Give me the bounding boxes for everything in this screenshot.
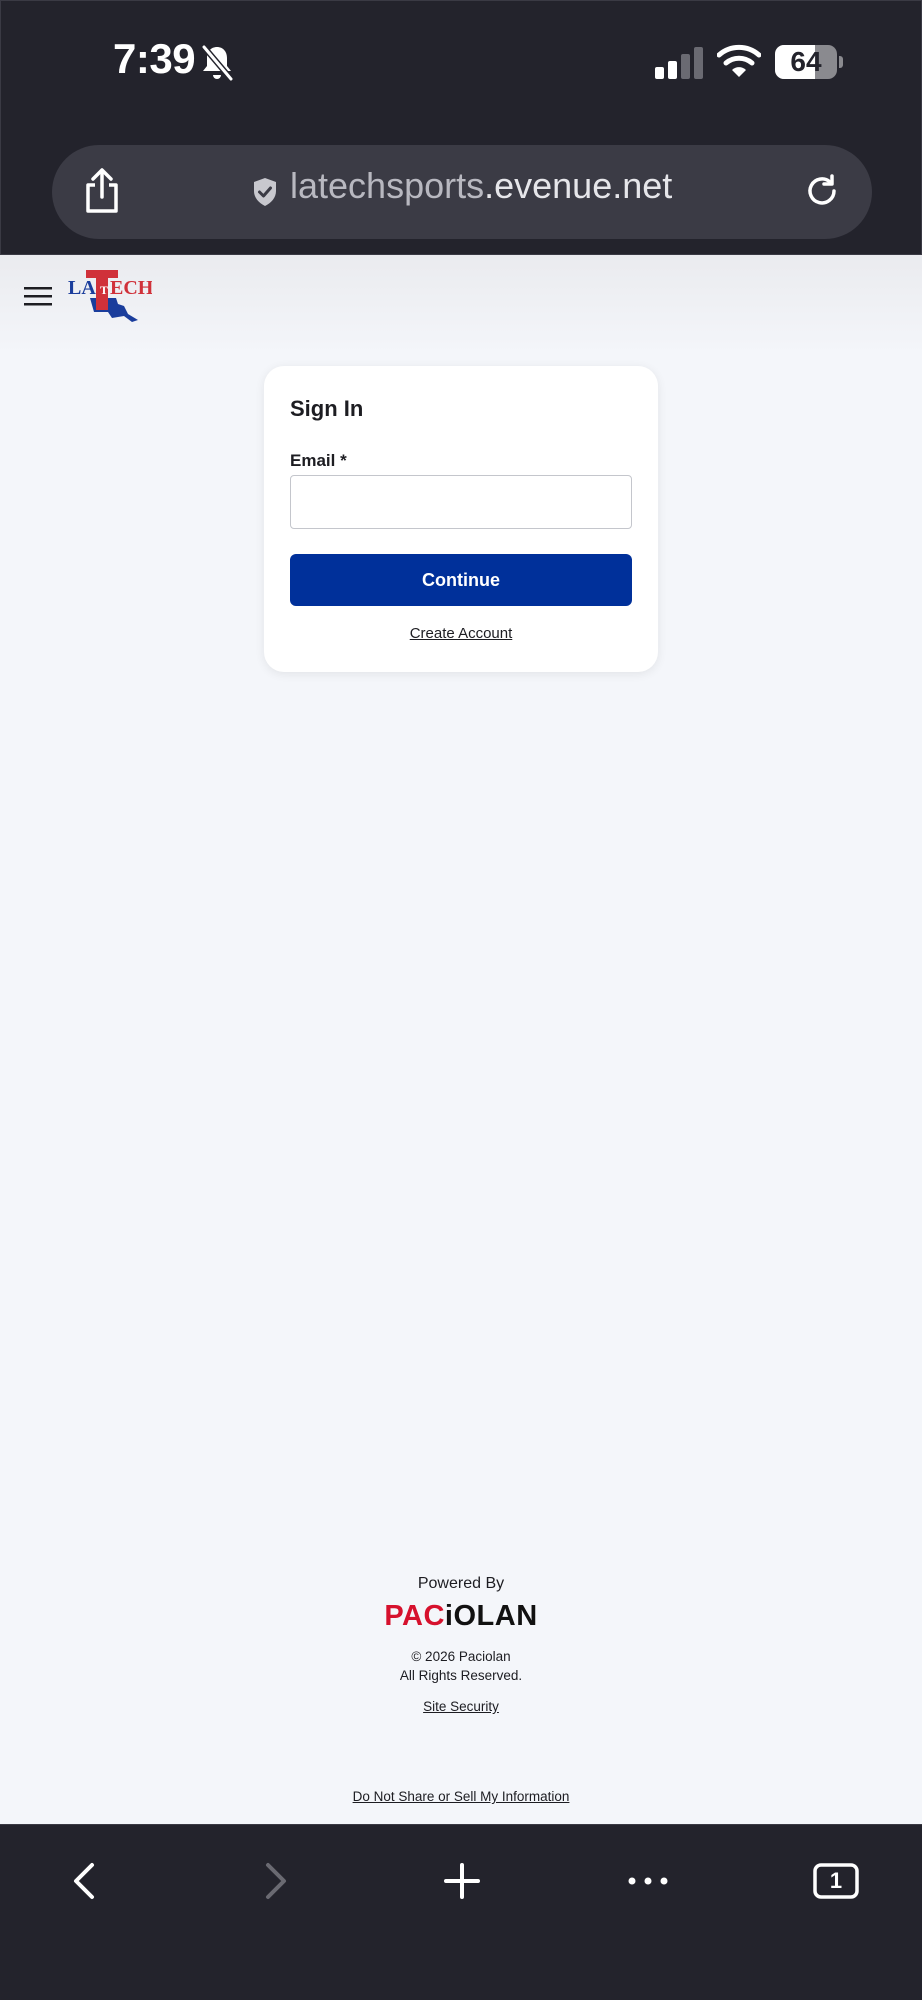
hamburger-menu-icon[interactable]: [24, 285, 52, 309]
cellular-signal-icon: [655, 47, 703, 79]
wifi-icon: [717, 44, 761, 77]
url-domain: .evenue.net: [484, 165, 673, 206]
paciolan-logo-black: iOLAN: [444, 1600, 538, 1632]
forward-icon[interactable]: [252, 1859, 296, 1903]
sign-in-card: Sign In Email * Continue Create Account: [264, 366, 658, 672]
url-text[interactable]: latechsports.evenue.net: [290, 165, 672, 207]
reload-icon[interactable]: [804, 173, 840, 209]
sign-in-title: Sign In: [290, 396, 364, 421]
copyright-line-2: All Rights Reserved.: [399, 1668, 523, 1683]
site-security-link[interactable]: Site Security: [0, 1699, 922, 1714]
site-header: LA T ECH: [0, 255, 922, 355]
address-bar[interactable]: latechsports.evenue.net: [52, 145, 872, 239]
tabs-icon[interactable]: 1: [812, 1859, 860, 1903]
battery-icon: 64: [775, 45, 843, 79]
share-icon[interactable]: [82, 167, 122, 215]
bell-slash-icon: [201, 45, 234, 81]
browser-top-chrome: 7:39 64 latechsports.evenue.net: [0, 0, 922, 255]
browser-bottom-toolbar: 1: [0, 1824, 922, 2000]
powered-by-label: Powered By: [417, 1575, 505, 1592]
email-label: Email *: [290, 451, 347, 470]
logo-text-left: LA: [68, 277, 96, 299]
create-account-link[interactable]: Create Account: [264, 625, 658, 642]
paciolan-logo[interactable]: PACiOLAN: [0, 1600, 922, 1633]
latech-logo[interactable]: LA T ECH: [68, 268, 152, 324]
more-icon[interactable]: [626, 1859, 670, 1903]
copyright: © 2026 Paciolan All Rights Reserved.: [0, 1647, 922, 1685]
do-not-sell-link[interactable]: Do Not Share or Sell My Information: [0, 1789, 922, 1804]
battery-level: 64: [790, 46, 822, 77]
copyright-line-1: © 2026 Paciolan: [411, 1649, 511, 1664]
logo-text-center: T: [100, 283, 108, 297]
email-field[interactable]: [290, 475, 632, 529]
shield-check-icon: [254, 178, 276, 206]
back-icon[interactable]: [64, 1859, 108, 1903]
url-subdomain: latechsports: [290, 165, 485, 206]
status-time: 7:39: [113, 35, 196, 82]
paciolan-logo-red: PAC: [384, 1600, 445, 1632]
logo-text-right: ECH: [110, 277, 152, 299]
tab-count: 1: [829, 1868, 843, 1893]
new-tab-icon[interactable]: [440, 1859, 484, 1903]
continue-button[interactable]: Continue: [290, 554, 632, 606]
